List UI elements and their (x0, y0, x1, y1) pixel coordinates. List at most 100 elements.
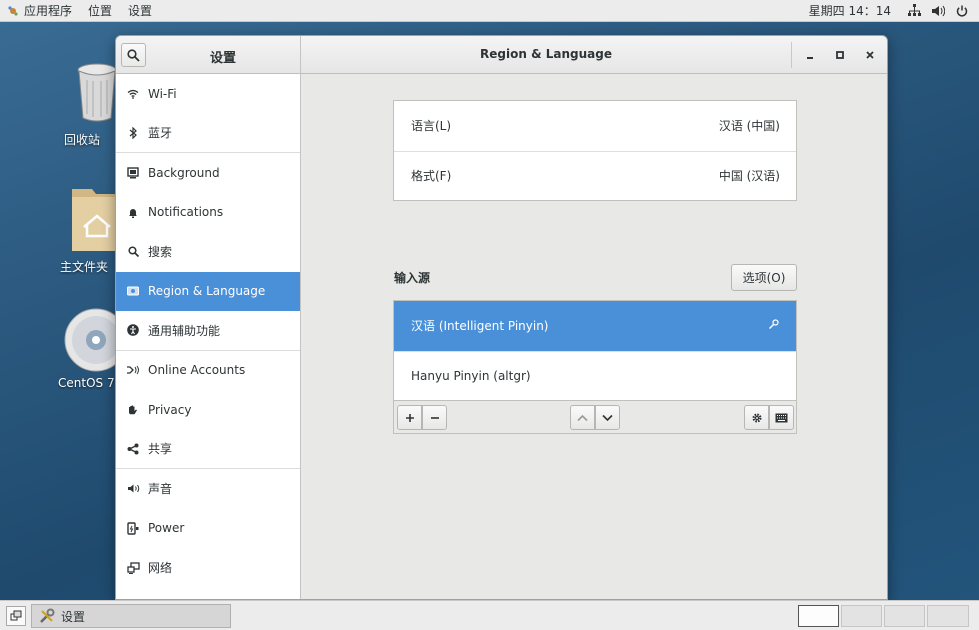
share-icon (126, 442, 140, 456)
sidebar-item-label: 蓝牙 (148, 126, 173, 141)
show-layout-button[interactable] (769, 405, 794, 430)
taskbar-settings-label: 设置 (61, 609, 86, 624)
sidebar-item-notifications[interactable]: Notifications (116, 193, 300, 233)
sidebar-item-privacy[interactable]: Privacy (116, 390, 300, 430)
home-label: 主文件夹 (59, 260, 108, 274)
sidebar-item-accessibility[interactable]: 通用辅助功能 (116, 311, 300, 351)
input-sources-list: 汉语 (Intelligent Pinyin) Hanyu Pinyin (al… (393, 300, 797, 434)
input-source-row[interactable]: 汉语 (Intelligent Pinyin) (394, 301, 796, 351)
power-icon[interactable] (955, 4, 969, 18)
show-desktop-button[interactable] (6, 606, 26, 626)
sidebar-header: 设置 (116, 36, 301, 74)
workspace-4[interactable] (927, 605, 969, 627)
minimize-icon (807, 57, 813, 59)
add-input-source-button[interactable] (397, 405, 422, 430)
sidebar-item-region-language[interactable]: Region & Language (116, 271, 300, 311)
bluetooth-icon (126, 126, 140, 140)
header-separator (791, 42, 792, 68)
options-button[interactable]: 选项(O) (731, 264, 797, 291)
sidebar-item-label: Online Accounts (148, 363, 246, 378)
wifi-icon (126, 87, 140, 101)
disc-label: CentOS 7 x86_64 (58, 376, 115, 390)
online-accounts-icon (126, 363, 140, 377)
plus-icon (405, 413, 414, 422)
close-button[interactable] (860, 45, 880, 65)
trash-icon (77, 63, 117, 122)
workspace-3[interactable] (884, 605, 925, 627)
configure-icon[interactable] (768, 318, 780, 333)
input-source-row[interactable]: Hanyu Pinyin (altgr) (394, 350, 796, 401)
sidebar-item-label: 声音 (148, 482, 173, 497)
region-language-panel: 语言(L) 汉语 (中国) 格式(F) 中国 (汉语) 输入源 选项(O) 汉语… (301, 74, 887, 599)
close-icon (866, 51, 874, 59)
bottom-panel: 设置 (0, 600, 979, 630)
sidebar-item-online-accounts[interactable]: Online Accounts (116, 351, 300, 391)
speaker-icon (126, 482, 140, 496)
places-menu[interactable]: 位置 (88, 2, 112, 19)
applications-menu[interactable]: 应用程序 (6, 2, 72, 19)
sidebar-item-sound[interactable]: 声音 (116, 469, 300, 509)
hand-icon (126, 403, 140, 417)
chevron-down-icon (602, 414, 613, 421)
maximize-icon (836, 51, 844, 59)
options-button-label: 选项(O) (742, 271, 786, 285)
sidebar-item-label: 网络 (148, 561, 173, 576)
input-settings-button[interactable] (744, 405, 769, 430)
maximize-button[interactable] (830, 45, 850, 65)
settings-label: 设置 (128, 4, 153, 18)
search-button[interactable] (121, 43, 146, 67)
workspace-1[interactable] (798, 605, 839, 627)
sidebar-item-label: Region & Language (148, 284, 266, 299)
background-icon (126, 166, 140, 180)
sidebar-item-label: Power (148, 521, 185, 536)
gear-icon (751, 412, 762, 423)
bell-icon (126, 205, 140, 219)
sidebar-item-search[interactable]: 搜索 (116, 232, 300, 272)
search-icon (126, 245, 140, 259)
sidebar-item-label: 通用辅助功能 (148, 323, 221, 338)
network-status-icon[interactable] (907, 4, 921, 18)
input-sources-heading: 输入源 (394, 271, 431, 285)
move-up-button[interactable] (570, 405, 595, 430)
sidebar-item-label: 搜索 (148, 245, 173, 260)
disc-desktop-icon[interactable]: CentOS 7 x86_64 (58, 303, 128, 390)
sidebar-title: 设置 (209, 51, 236, 66)
input-source-name: 汉语 (Intelligent Pinyin) (411, 319, 549, 334)
show-desktop-icon (10, 610, 22, 621)
trash-label: 回收站 (63, 133, 100, 147)
accessibility-icon (126, 323, 140, 337)
settings-window: 设置 Region & Language Wi-Fi 蓝牙 Background (115, 35, 888, 600)
formats-row[interactable]: 格式(F) 中国 (汉语) (394, 150, 796, 201)
formats-label: 格式(F) (411, 169, 452, 184)
input-source-name: Hanyu Pinyin (altgr) (411, 368, 531, 383)
settings-sidebar: Wi-Fi 蓝牙 Background Notifications 搜索 Reg… (116, 74, 301, 599)
sidebar-item-background[interactable]: Background (116, 153, 300, 193)
move-down-button[interactable] (595, 405, 620, 430)
input-sources-toolbar (394, 400, 796, 433)
language-row[interactable]: 语言(L) 汉语 (中国) (394, 101, 796, 151)
sidebar-item-label: Privacy (148, 402, 192, 417)
sidebar-item-wifi[interactable]: Wi-Fi (116, 74, 300, 114)
language-label: 语言(L) (411, 119, 452, 134)
volume-icon[interactable] (931, 4, 945, 18)
network-icon (126, 561, 140, 575)
window-title: Region & Language (480, 47, 612, 61)
top-panel: 应用程序 位置 设置 星期四 14：14 (0, 0, 979, 22)
settings-tools-icon (40, 608, 55, 623)
settings-menu[interactable]: 设置 (128, 2, 152, 19)
clock[interactable]: 星期四 14：14 (809, 2, 891, 19)
remove-input-source-button[interactable] (422, 405, 447, 430)
minimize-button[interactable] (800, 45, 820, 65)
sidebar-item-bluetooth[interactable]: 蓝牙 (116, 114, 300, 153)
sidebar-item-sharing[interactable]: 共享 (116, 430, 300, 469)
chevron-up-icon (577, 414, 588, 421)
workspace-2[interactable] (841, 605, 882, 627)
taskbar-settings-button[interactable]: 设置 (31, 604, 231, 628)
applications-label: 应用程序 (24, 4, 73, 18)
apps-icon (6, 4, 20, 18)
places-label: 位置 (88, 4, 113, 18)
sidebar-item-network[interactable]: 网络 (116, 548, 300, 588)
sidebar-item-power[interactable]: Power (116, 509, 300, 549)
sidebar-item-label: Wi-Fi (148, 86, 177, 101)
search-icon (127, 48, 140, 62)
